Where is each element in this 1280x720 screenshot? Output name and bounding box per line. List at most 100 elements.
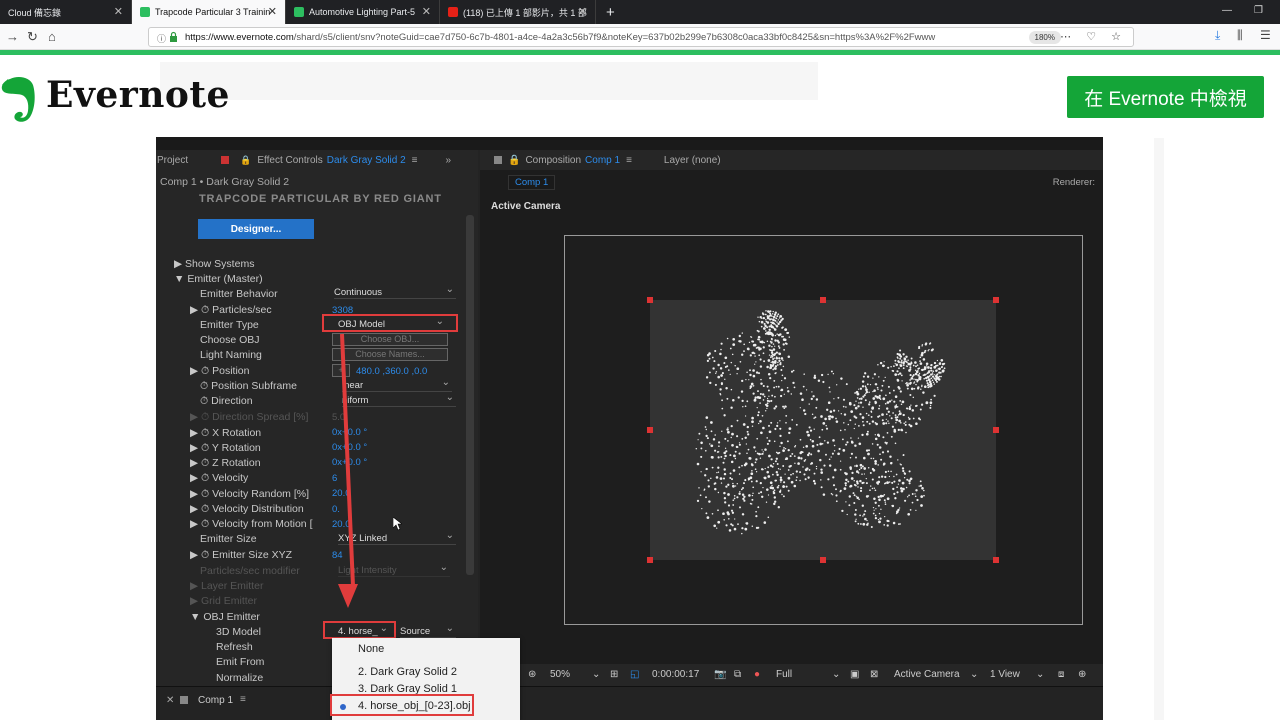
- color-channels-icon[interactable]: ●: [754, 669, 760, 680]
- zoom-dropdown[interactable]: 50%: [550, 669, 570, 680]
- roi-icon[interactable]: ◱: [630, 669, 639, 680]
- panel-scrollbar[interactable]: [466, 215, 474, 575]
- designer-button[interactable]: Designer...: [198, 219, 314, 239]
- choose-obj-button[interactable]: Choose OBJ...: [332, 333, 448, 346]
- browser-tab-trapcode[interactable]: Trapcode Particular 3 Trainin ✕: [132, 0, 286, 24]
- prop-emitter-master[interactable]: ▼ Emitter (Master): [174, 273, 263, 285]
- prop-show-systems[interactable]: ▶ Show Systems: [174, 258, 254, 270]
- transform-handle[interactable]: [647, 427, 653, 433]
- reload-icon[interactable]: ↻: [27, 29, 38, 45]
- emitter-size-dropdown[interactable]: XYZ Linked: [338, 530, 456, 545]
- resolution-dropdown[interactable]: Full: [776, 669, 792, 680]
- emitter-behavior-dropdown[interactable]: Continuous: [334, 284, 456, 299]
- menu-item-none[interactable]: None: [358, 643, 384, 655]
- transform-handle[interactable]: [993, 557, 999, 563]
- region-icon[interactable]: ▣: [850, 669, 859, 680]
- particle-dot: [928, 370, 930, 372]
- transform-handle[interactable]: [820, 297, 826, 303]
- expand-icon[interactable]: »: [446, 155, 452, 166]
- info-icon[interactable]: ⓘ: [157, 32, 166, 45]
- particle-dot: [887, 410, 890, 413]
- home-icon[interactable]: ⌂: [48, 29, 56, 44]
- close-icon[interactable]: ✕: [166, 695, 174, 706]
- particle-dot: [738, 443, 741, 446]
- panel-menu-icon[interactable]: ≡: [626, 155, 632, 166]
- toggle-pixel-icon[interactable]: ⧈: [1058, 669, 1064, 680]
- transform-handle[interactable]: [647, 557, 653, 563]
- tab-effect-controls[interactable]: Effect Controls: [257, 155, 322, 166]
- close-tab-icon[interactable]: ✕: [268, 5, 277, 18]
- prop-velocity-from-motion[interactable]: ▶ ⏱ Velocity from Motion [: [190, 518, 312, 531]
- view-in-evernote-button[interactable]: 在 Evernote 中檢視: [1067, 76, 1264, 118]
- prop-velocity-random[interactable]: ▶ ⏱ Velocity Random [%]: [190, 488, 309, 501]
- model-source-dropdown[interactable]: Source: [400, 623, 456, 638]
- close-tab-icon[interactable]: ✕: [422, 5, 431, 18]
- timecode[interactable]: 0:00:00:17: [652, 669, 699, 680]
- menu-item-dark-gray-solid-2[interactable]: 2. Dark Gray Solid 2: [358, 666, 457, 678]
- emitter-size-xyz-value[interactable]: 84: [332, 550, 343, 561]
- browser-tab-youtube[interactable]: (118) 已上傳 1 部影片，共 1 部 ✕: [440, 0, 596, 24]
- library-icon[interactable]: ⫼: [1237, 28, 1243, 43]
- y-rotation-value[interactable]: 0x+0.0 °: [332, 442, 367, 453]
- browser-tab-automotive[interactable]: Automotive Lighting Part-5 ✕: [286, 0, 440, 24]
- panel-menu-icon[interactable]: ≡: [240, 694, 246, 705]
- camera-snapshot-icon[interactable]: 📷: [714, 669, 726, 680]
- zoom-indicator[interactable]: 180%: [1028, 31, 1061, 44]
- views-dropdown[interactable]: 1 View: [990, 669, 1020, 680]
- x-rotation-value[interactable]: 0x+0.0 °: [332, 427, 367, 438]
- panel-menu-icon[interactable]: ≡: [412, 155, 418, 166]
- transform-handle[interactable]: [993, 297, 999, 303]
- mask-icon[interactable]: ⊛: [528, 669, 536, 680]
- choose-names-button[interactable]: Choose Names...: [332, 348, 448, 361]
- lock-icon[interactable]: 🔒: [508, 155, 520, 166]
- velocity-value[interactable]: 6: [332, 473, 337, 484]
- transform-handle[interactable]: [993, 427, 999, 433]
- prop-x-rotation[interactable]: ▶ ⏱ X Rotation: [190, 427, 261, 440]
- particle-dot: [867, 467, 870, 469]
- restore-icon[interactable]: ❐: [1254, 5, 1263, 16]
- position-subframe-dropdown[interactable]: inear: [342, 377, 452, 392]
- tab-composition[interactable]: Composition: [525, 155, 581, 166]
- reset-exposure-icon[interactable]: ⊕: [1078, 669, 1086, 680]
- camera-dropdown[interactable]: Active Camera: [894, 669, 960, 680]
- comp-tab-chip[interactable]: Comp 1: [508, 175, 556, 190]
- close-tab-icon[interactable]: ✕: [578, 5, 587, 18]
- lock-icon[interactable]: 🔒: [240, 155, 251, 166]
- close-tab-icon[interactable]: ✕: [114, 5, 123, 18]
- particle-dot: [782, 449, 785, 452]
- prop-velocity-distribution[interactable]: ▶ ⏱ Velocity Distribution: [190, 503, 304, 516]
- particle-dot: [902, 362, 905, 365]
- prop-particles-sec[interactable]: ▶ ⏱ Particles/sec: [190, 304, 272, 317]
- prop-emitter-size-xyz[interactable]: ▶ ⏱ Emitter Size XYZ: [190, 549, 292, 562]
- prop-z-rotation[interactable]: ▶ ⏱ Z Rotation: [190, 457, 261, 470]
- prop-position[interactable]: ▶ ⏱ Position: [190, 365, 249, 378]
- prop-velocity[interactable]: ▶ ⏱ Velocity: [190, 472, 248, 485]
- timeline-comp-tab[interactable]: Comp 1: [198, 695, 233, 706]
- show-snapshot-icon[interactable]: ⧉: [734, 669, 741, 680]
- particle-horse-preview[interactable]: [650, 300, 996, 560]
- velocity-distribution-value[interactable]: 0.: [332, 504, 340, 515]
- tab-layer[interactable]: Layer (none): [664, 155, 721, 166]
- safe-zones-icon[interactable]: ⊞: [610, 669, 618, 680]
- minimize-icon[interactable]: —: [1222, 5, 1232, 16]
- transform-handle[interactable]: [647, 297, 653, 303]
- particle-dot: [727, 430, 730, 434]
- prop-y-rotation[interactable]: ▶ ⏱ Y Rotation: [190, 442, 261, 455]
- download-icon[interactable]: ⤓: [1215, 28, 1220, 43]
- particle-dot: [715, 371, 718, 373]
- new-tab-plus-icon[interactable]: +: [596, 0, 625, 24]
- page-actions-icon[interactable]: ⋯ ♡ ☆: [1060, 30, 1127, 43]
- browser-tab-cloud[interactable]: Cloud 備忘錄 ✕: [0, 0, 132, 24]
- transparency-grid-icon[interactable]: ⊠: [870, 669, 878, 680]
- direction-dropdown[interactable]: niform: [342, 392, 456, 407]
- tab-project[interactable]: Project: [157, 155, 188, 166]
- url-bar[interactable]: ⓘ https://www.evernote.com/shard/s5/clie…: [148, 27, 1134, 47]
- prop-label: Particles/sec: [212, 304, 272, 316]
- particle-dot: [828, 417, 831, 421]
- menu-icon[interactable]: ☰: [1260, 28, 1271, 42]
- particle-dot: [742, 487, 744, 489]
- prop-obj-emitter[interactable]: ▼ OBJ Emitter: [190, 611, 260, 623]
- forward-icon[interactable]: →: [6, 29, 19, 44]
- position-value[interactable]: 480.0 ,360.0 ,0.0: [356, 366, 427, 377]
- transform-handle[interactable]: [820, 557, 826, 563]
